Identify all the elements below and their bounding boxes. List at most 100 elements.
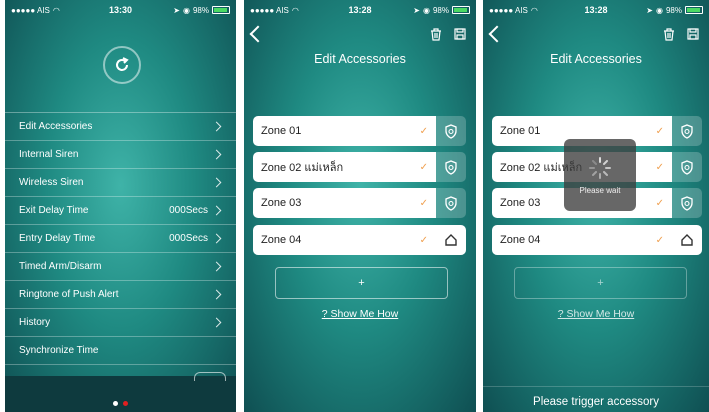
menu-item-value: 000Secs (169, 205, 222, 216)
home-mode-button[interactable] (672, 225, 702, 255)
chevron-right-icon (211, 261, 222, 272)
check-icon: ✓ (655, 234, 664, 246)
zone-row[interactable]: Zone 04 ✓ (492, 225, 702, 255)
trash-icon[interactable] (663, 28, 675, 41)
page-indicator (5, 401, 236, 406)
armed-mode-button[interactable] (672, 188, 702, 218)
zone-name: Zone 02 แม่เหล็ก (261, 162, 344, 174)
menu-item-value (208, 289, 222, 300)
menu-item-value (208, 317, 222, 328)
check-icon: ✓ (655, 161, 664, 173)
location-icon: ➤ (413, 5, 420, 15)
edit-accessories-loading-screen: ●●●●● AIS ◠ 13:28 ➤ ◉ 98% Edit Accessories … (483, 0, 709, 412)
save-icon[interactable] (687, 28, 699, 40)
menu-item-value (208, 149, 222, 160)
add-accessory-button[interactable]: + (514, 267, 687, 299)
armed-mode-button[interactable] (436, 188, 466, 218)
navigation-bar (244, 24, 476, 50)
check-icon: ✓ (655, 197, 664, 209)
refresh-button[interactable] (103, 46, 141, 84)
armed-mode-button[interactable] (672, 152, 702, 182)
add-accessory-button[interactable]: + (275, 267, 448, 299)
footer-divider (483, 386, 709, 387)
armed-mode-button[interactable] (436, 152, 466, 182)
back-icon[interactable] (488, 25, 506, 43)
menu-item[interactable]: Timed Arm/Disarm (5, 253, 236, 281)
zone-row[interactable]: Zone 04 ✓ (253, 225, 466, 255)
shield-icon (681, 159, 693, 175)
battery-icon (212, 6, 230, 14)
toggle-switch[interactable] (194, 372, 226, 381)
menu-item[interactable]: History (5, 309, 236, 337)
check-icon: ✓ (419, 197, 428, 209)
battery-label: 98% (665, 5, 682, 15)
chevron-right-icon (211, 289, 222, 300)
menu-item-value (208, 121, 222, 132)
zone-row[interactable]: Zone 02 แม่เหล็ก ✓ (253, 152, 466, 182)
show-me-how-link[interactable]: ? Show Me How (244, 308, 476, 320)
home-icon (681, 234, 693, 246)
menu-item-label: History (19, 317, 51, 328)
page-dot[interactable] (113, 401, 118, 406)
menu-item[interactable]: Edit Accessories (5, 113, 236, 141)
menu-item-label: Timed Arm/Disarm (19, 261, 102, 272)
menu-item-label: Internal Siren (19, 149, 79, 160)
zone-name-field[interactable]: Zone 02 แม่เหล็ก ✓ (253, 152, 436, 182)
save-icon[interactable] (454, 28, 466, 40)
status-bar: ●●●●● AIS ◠ 13:30 ➤ ◉ 98% (5, 0, 236, 20)
menu-item[interactable]: Exit Delay Time 000Secs (5, 197, 236, 225)
zone-name: Zone 01 (500, 125, 541, 137)
home-mode-button[interactable] (436, 225, 466, 255)
armed-mode-button[interactable] (672, 116, 702, 146)
zone-name-field[interactable]: Zone 04 ✓ (492, 225, 672, 255)
settings-menu: Edit Accessories Internal Siren Wireless S… (5, 112, 236, 365)
carrier-label: ●●●●● AIS (489, 5, 528, 15)
wifi-icon: ◠ (291, 5, 299, 15)
shield-icon (681, 123, 693, 139)
zone-name-field[interactable]: Zone 04 ✓ (253, 225, 436, 255)
page-title: Edit Accessories (314, 52, 406, 66)
page-dot-active[interactable] (123, 401, 128, 406)
wifi-icon: ◠ (52, 5, 60, 15)
menu-item-value (208, 177, 222, 188)
battery-label: 98% (432, 5, 449, 15)
edit-accessories-screen: ●●●●● AIS ◠ 13:28 ➤ ◉ 98% Edit Accessories … (244, 0, 476, 412)
shield-icon (445, 195, 457, 211)
zone-name-field[interactable]: Zone 01 ✓ (253, 116, 436, 146)
trash-icon[interactable] (430, 28, 442, 41)
chevron-right-icon (211, 205, 222, 216)
battery-icon (685, 6, 703, 14)
menu-item[interactable]: Internal Siren (5, 141, 236, 169)
zone-row[interactable]: Zone 01 ✓ (253, 116, 466, 146)
spinner-icon (589, 156, 611, 179)
menu-item[interactable]: Wireless Siren (5, 169, 236, 197)
location-icon: ➤ (646, 5, 653, 15)
check-icon: ✓ (419, 161, 428, 173)
zone-name: Zone 04 (261, 234, 302, 246)
zone-name-field[interactable]: Zone 03 ✓ (253, 188, 436, 218)
menu-item[interactable]: Entry Delay Time 000Secs (5, 225, 236, 253)
zone-row[interactable]: Zone 03 ✓ (253, 188, 466, 218)
menu-item-value-text: 000Secs (169, 205, 208, 216)
menu-item-value: 000Secs (169, 233, 222, 244)
loading-dialog: Please wait (564, 139, 636, 211)
back-icon[interactable] (249, 25, 267, 43)
wifi-icon: ◠ (530, 5, 538, 15)
shield-icon (681, 195, 693, 211)
menu-item-label: Synchronize Time (19, 345, 99, 356)
menu-item[interactable]: Ringtone of Push Alert (5, 281, 236, 309)
menu-item[interactable]: Synchronize Time (5, 337, 236, 365)
armed-mode-button[interactable] (436, 116, 466, 146)
home-icon (445, 234, 457, 246)
shield-icon (445, 159, 457, 175)
carrier-label: ●●●●● AIS (250, 5, 289, 15)
zone-name: Zone 03 (500, 197, 541, 209)
chevron-right-icon (211, 233, 222, 244)
show-me-how-link[interactable]: ? Show Me How (483, 308, 709, 320)
chevron-right-icon (211, 177, 222, 188)
menu-item-label: Ringtone of Push Alert (19, 289, 119, 300)
chevron-right-icon (211, 317, 222, 328)
check-icon: ✓ (419, 234, 428, 246)
menu-item-value (208, 261, 222, 272)
status-bar: ●●●●● AIS ◠ 13:28 ➤ ◉ 98% (244, 0, 476, 20)
